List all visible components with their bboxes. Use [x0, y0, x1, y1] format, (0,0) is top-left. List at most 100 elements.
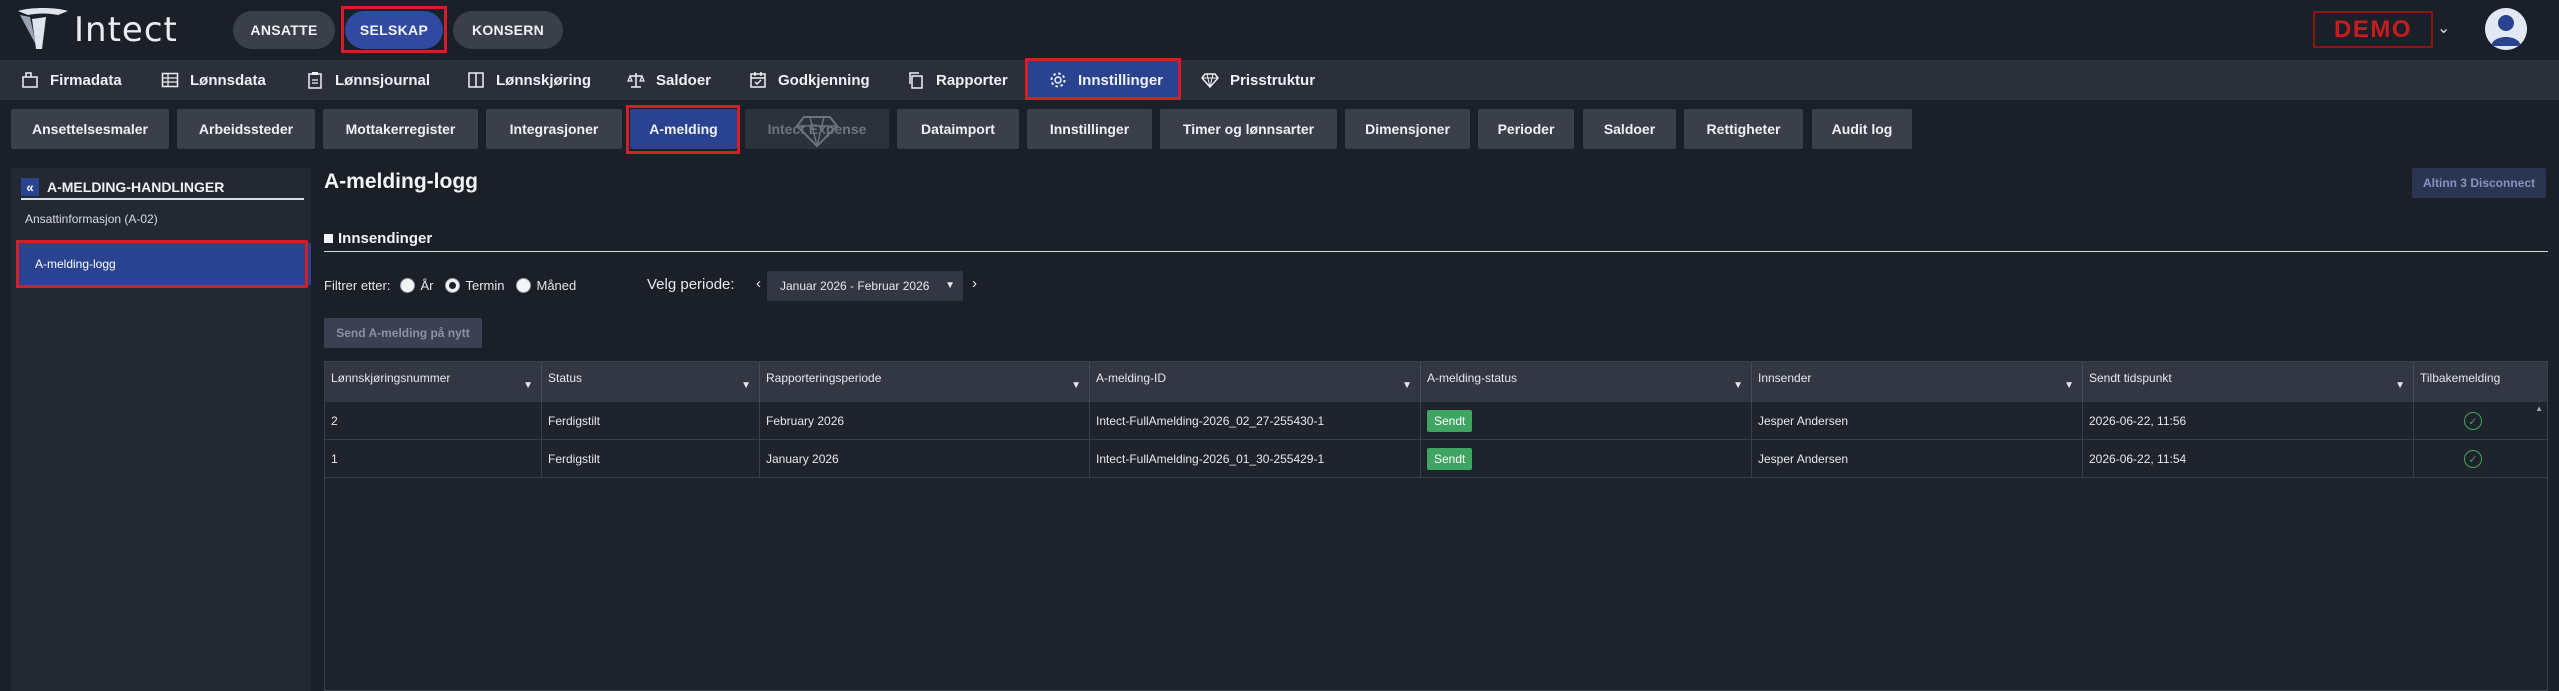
filter-icon[interactable]: ▼ — [523, 380, 533, 391]
nav-saldoer[interactable]: Saldoer — [626, 60, 711, 100]
main-nav: Firmadata Lønnsdata Lønnsjournal Lønnskj… — [0, 58, 2559, 100]
check-circle-icon[interactable]: ✓ — [2464, 412, 2482, 430]
clipboard-icon — [305, 70, 325, 90]
top-tab-konsern[interactable]: KONSERN — [453, 11, 563, 49]
subnav-dimensjoner[interactable]: Dimensjoner — [1345, 109, 1470, 149]
columns-icon — [466, 70, 486, 90]
subnav-rettigheter[interactable]: Rettigheter — [1684, 109, 1803, 149]
top-tab-ansatte[interactable]: ANSATTE — [233, 11, 335, 49]
sidebar-title: A-MELDING-HANDLINGER — [47, 179, 225, 195]
cell-period: February 2026 — [760, 402, 1090, 440]
sidebar-item-ansattinformasjon[interactable]: Ansattinformasjon (A-02) — [25, 212, 158, 226]
filter-icon[interactable]: ▼ — [1733, 380, 1743, 391]
column-header[interactable]: A-melding-ID ▼ — [1090, 362, 1421, 402]
section-header: Innsendinger — [324, 230, 2548, 252]
nav-lonnsjournal[interactable]: Lønnsjournal — [305, 60, 430, 100]
subnav-a-melding[interactable]: A-melding — [630, 109, 737, 149]
subnav-innstillinger[interactable]: Innstillinger — [1027, 109, 1152, 149]
intect-logo-icon — [18, 8, 68, 49]
square-icon — [324, 234, 333, 243]
nav-godkjenning[interactable]: Godkjenning — [748, 60, 870, 100]
column-header[interactable]: Status ▼ — [542, 362, 760, 402]
scale-icon — [626, 70, 646, 90]
status-badge: Sendt — [1427, 410, 1473, 432]
caret-down-icon: ▼ — [945, 280, 955, 291]
column-header[interactable]: Tilbakemelding — [2414, 362, 2547, 402]
table-row[interactable]: 1 Ferdigstilt January 2026 Intect-FullAm… — [325, 440, 2547, 478]
cell-id: Intect-FullAmelding-2026_01_30-255429-1 — [1090, 440, 1421, 478]
brand-name: Intect — [74, 10, 178, 50]
cell-mstatus: Sendt — [1421, 402, 1752, 440]
column-header[interactable]: Rapporteringsperiode ▼ — [760, 362, 1090, 402]
radio-maned-label: Måned — [536, 277, 577, 293]
sub-nav: Ansettelsesmaler Arbeidssteder Mottakerr… — [0, 100, 2559, 160]
chevron-left-icon[interactable]: ‹ — [756, 275, 761, 292]
filter-icon[interactable]: ▼ — [1402, 380, 1412, 391]
radio-termin[interactable] — [445, 277, 461, 293]
subnav-intect-expense: Intect Expense — [745, 109, 889, 149]
cell-sent: 2026-06-22, 11:56 — [2083, 402, 2414, 440]
subnav-arbeidssteder[interactable]: Arbeidssteder — [177, 109, 315, 149]
check-circle-icon[interactable]: ✓ — [2464, 450, 2482, 468]
table-header: Lønnskjøringsnummer ▼ Status ▼ Rapporterin… — [325, 362, 2547, 402]
sidebar: « A-MELDING-HANDLINGER Ansattinformasjon… — [11, 168, 311, 691]
column-header[interactable]: Innsender ▼ — [1752, 362, 2083, 402]
avatar[interactable] — [2485, 8, 2527, 50]
nav-innstillinger[interactable]: Innstillinger — [1027, 60, 1179, 100]
send-a-melding-button[interactable]: Send A-melding på nytt — [324, 318, 482, 348]
filter-icon[interactable]: ▼ — [741, 380, 751, 391]
filter-label: Filtrer etter: — [324, 277, 391, 293]
radio-ar-label: År — [420, 277, 434, 293]
cell-sender: Jesper Andersen — [1752, 440, 2083, 478]
sidebar-item-a-melding-logg[interactable]: A-melding-logg — [19, 243, 311, 285]
sidebar-header: « A-MELDING-HANDLINGER — [21, 176, 304, 200]
user-icon — [2485, 8, 2527, 50]
filter-icon[interactable]: ▼ — [2064, 380, 2074, 391]
table-row[interactable]: 2 Ferdigstilt February 2026 Intect-FullA… — [325, 402, 2547, 440]
demo-badge: DEMO — [2313, 11, 2433, 48]
cell-mstatus: Sendt — [1421, 440, 1752, 478]
nav-rapporter[interactable]: Rapporter — [906, 60, 1008, 100]
subnav-audit-log[interactable]: Audit log — [1812, 109, 1912, 149]
cell-nr: 1 — [325, 440, 542, 478]
cell-status: Ferdigstilt — [542, 402, 760, 440]
subnav-timer-og-lonnsarter[interactable]: Timer og lønnsarter — [1160, 109, 1337, 149]
nav-prisstruktur[interactable]: Prisstruktur — [1200, 60, 1315, 100]
subnav-integrasjoner[interactable]: Integrasjoner — [486, 109, 622, 149]
column-header[interactable]: Sendt tidspunkt ▼ — [2083, 362, 2414, 402]
column-header[interactable]: A-melding-status ▼ — [1421, 362, 1752, 402]
cell-feedback: ✓ — [2414, 440, 2547, 478]
chevron-right-icon[interactable]: › — [972, 275, 977, 292]
top-tab-selskap[interactable]: SELSKAP — [345, 11, 443, 49]
gear-icon — [1048, 70, 1068, 90]
filter-group: Filtrer etter: År Termin Måned — [324, 274, 576, 296]
nav-lonnsdata[interactable]: Lønnsdata — [160, 60, 266, 100]
diamond-icon — [1200, 70, 1220, 90]
cell-period: January 2026 — [760, 440, 1090, 478]
column-header[interactable]: Lønnskjøringsnummer ▼ — [325, 362, 542, 402]
subnav-saldoer[interactable]: Saldoer — [1583, 109, 1676, 149]
brand-logo[interactable]: Intect — [12, 6, 178, 54]
cell-feedback: ✓ — [2414, 402, 2547, 440]
radio-ar[interactable] — [400, 277, 416, 293]
filter-icon[interactable]: ▼ — [2395, 380, 2405, 391]
subnav-dataimport[interactable]: Dataimport — [897, 109, 1019, 149]
calendar-check-icon — [748, 70, 768, 90]
submissions-table: Lønnskjøringsnummer ▼ Status ▼ Rapporterin… — [324, 361, 2548, 691]
subnav-perioder[interactable]: Perioder — [1478, 109, 1574, 149]
main-content: A-melding-logg Altinn 3 Disconnect Innse… — [316, 160, 2559, 691]
cell-nr: 2 — [325, 402, 542, 440]
collapse-sidebar-icon[interactable]: « — [21, 178, 39, 196]
altinn-disconnect-button[interactable]: Altinn 3 Disconnect — [2412, 168, 2546, 198]
building-icon — [20, 70, 40, 90]
radio-maned[interactable] — [516, 277, 532, 293]
subnav-ansettelsesmaler[interactable]: Ansettelsesmaler — [11, 109, 169, 149]
cell-sent: 2026-06-22, 11:54 — [2083, 440, 2414, 478]
period-select[interactable]: Januar 2026 - Februar 2026 ▼ — [767, 271, 963, 301]
chevron-down-icon[interactable]: ⌄ — [2437, 18, 2455, 40]
nav-lonnskjoring[interactable]: Lønnskjøring — [466, 60, 591, 100]
page-title: A-melding-logg — [324, 170, 478, 193]
filter-icon[interactable]: ▼ — [1071, 380, 1081, 391]
nav-firmadata[interactable]: Firmadata — [20, 60, 122, 100]
subnav-mottakerregister[interactable]: Mottakerregister — [323, 109, 478, 149]
